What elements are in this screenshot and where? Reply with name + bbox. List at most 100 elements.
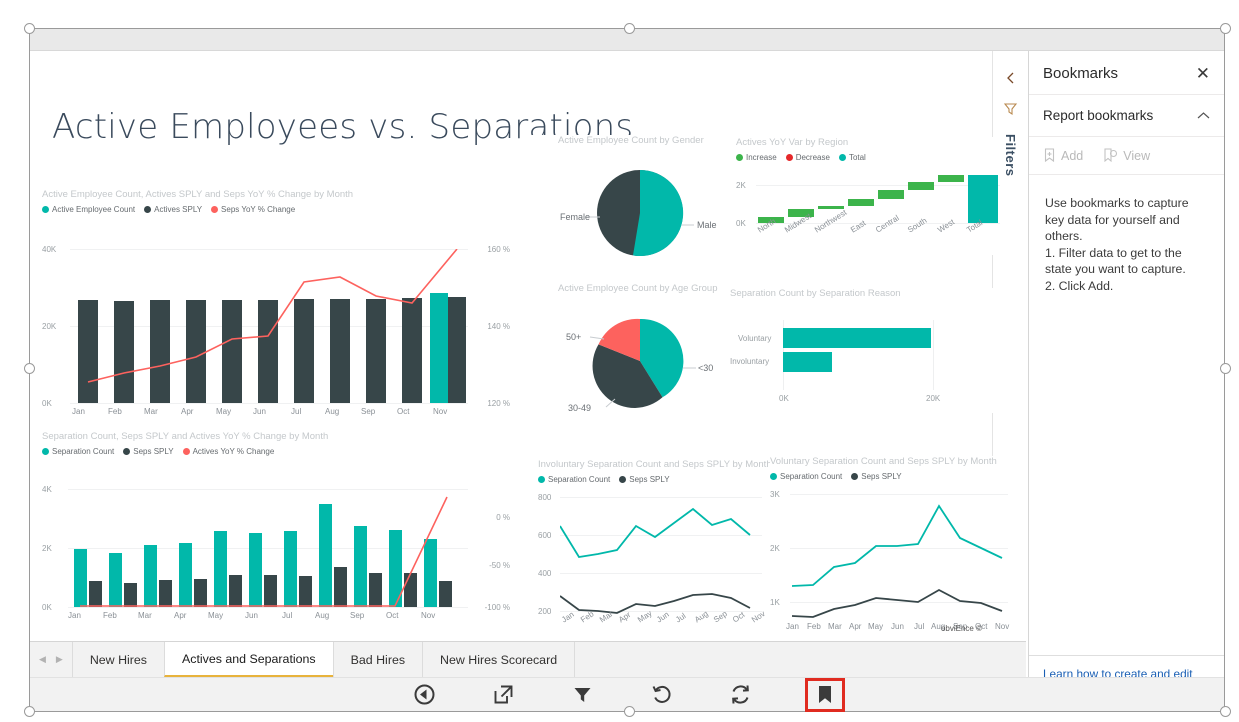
visual-actives-by-month[interactable]: Active Employee Count, Actives SPLY and … bbox=[42, 189, 510, 441]
legend-item: Separation Count bbox=[770, 472, 842, 481]
waterfall-bar-west[interactable] bbox=[938, 175, 964, 182]
legend-item: Total bbox=[839, 153, 866, 162]
chevron-right-icon[interactable]: ▶ bbox=[56, 654, 63, 665]
refresh-icon bbox=[730, 684, 751, 705]
plot-area: Voluntary Involuntary 0K 20K bbox=[730, 318, 1000, 408]
legend-swatch-icon bbox=[770, 473, 777, 480]
add-bookmark-label: Add bbox=[1061, 149, 1083, 163]
tab-actives-and-separations[interactable]: Actives and Separations bbox=[164, 642, 333, 677]
legend-swatch-icon bbox=[42, 448, 49, 455]
legend-item: Actives YoY % Change bbox=[183, 447, 275, 456]
pie-age-group[interactable]: 50+ <30 30-49 bbox=[530, 301, 735, 421]
legend-item: Decrease bbox=[786, 153, 830, 162]
refresh-button[interactable] bbox=[726, 680, 756, 710]
plot-area: 2K 0K bbox=[736, 185, 1004, 247]
reset-arrow-icon bbox=[651, 684, 672, 705]
visual-title: Active Employee Count, Actives SPLY and … bbox=[42, 189, 510, 200]
resize-handle-top-center[interactable] bbox=[624, 23, 635, 34]
bookmarks-pane[interactable]: Bookmarks ✕ Report bookmarks bbox=[1028, 51, 1224, 711]
visual-separations-by-month[interactable]: Separation Count, Seps SPLY and Actives … bbox=[42, 431, 510, 651]
legend-swatch-icon bbox=[851, 473, 858, 480]
report-shell: Active Employees vs. Separations Active … bbox=[30, 29, 1224, 711]
legend: Separation Count Seps SPLY bbox=[538, 475, 770, 484]
visual-separation-by-reason[interactable]: Separation Count by Separation Reason Vo… bbox=[730, 288, 1000, 413]
resize-handle-top-left[interactable] bbox=[24, 23, 35, 34]
watermark: obviEnce © bbox=[941, 624, 982, 633]
legend: Separation Count Seps SPLY Actives YoY %… bbox=[42, 447, 510, 456]
filters-label: Filters bbox=[1003, 134, 1018, 177]
chevron-left-icon[interactable]: ◀ bbox=[39, 654, 46, 665]
svg-text:50+: 50+ bbox=[566, 332, 581, 342]
bookmark-icon bbox=[816, 684, 834, 705]
legend-item: Seps SPLY bbox=[619, 475, 669, 484]
resize-handle-middle-left[interactable] bbox=[24, 363, 35, 374]
resize-handle-top-right[interactable] bbox=[1220, 23, 1231, 34]
chevron-up-icon[interactable] bbox=[1197, 111, 1210, 120]
pie-gender[interactable]: Female Male bbox=[530, 155, 730, 273]
view-bookmark-button[interactable]: View bbox=[1103, 148, 1150, 163]
legend-swatch-icon bbox=[183, 448, 190, 455]
legend-swatch-icon bbox=[619, 476, 626, 483]
bars-and-line bbox=[70, 249, 468, 403]
close-icon[interactable]: ✕ bbox=[1196, 65, 1210, 82]
bookmarks-header: Bookmarks ✕ bbox=[1029, 51, 1224, 95]
svg-text:30-49: 30-49 bbox=[568, 403, 591, 413]
legend-item: Increase bbox=[736, 153, 777, 162]
legend-swatch-icon bbox=[786, 154, 793, 161]
visual-title: Separation Count by Separation Reason bbox=[730, 288, 1000, 299]
filter-button[interactable] bbox=[568, 680, 598, 710]
svg-text:Male: Male bbox=[697, 220, 717, 230]
plot-area: 800 600 400 200 bbox=[538, 497, 770, 649]
plot-area: 40K 20K 0K 160 % 140 % 120 % bbox=[42, 249, 510, 429]
legend-item: Actives SPLY bbox=[144, 205, 202, 214]
visual-actives-by-age-group[interactable]: Active Employee Count by Age Group 50+ <… bbox=[530, 283, 735, 423]
x-axis-labels: North Midwest Northwest East Central Sou… bbox=[756, 227, 1000, 255]
add-bookmark-button[interactable]: Add bbox=[1043, 148, 1083, 163]
report-canvas[interactable]: Active Employees vs. Separations Active … bbox=[30, 51, 992, 711]
legend-item: Separation Count bbox=[42, 447, 114, 456]
resize-handle-bottom-right[interactable] bbox=[1220, 706, 1231, 717]
back-button[interactable] bbox=[410, 680, 440, 710]
legend-item: Seps SPLY bbox=[851, 472, 901, 481]
legend-item: Seps SPLY bbox=[123, 447, 173, 456]
bookmarks-title: Bookmarks bbox=[1043, 65, 1118, 82]
visual-involuntary-separations[interactable]: Involuntary Separation Count and Seps SP… bbox=[538, 459, 770, 649]
visual-actives-yoy-var-by-region[interactable]: Actives YoY Var by Region Increase Decre… bbox=[736, 137, 1004, 255]
waterfall-bar-central[interactable] bbox=[878, 190, 904, 199]
page-tab-bar[interactable]: ◀ ▶ New Hires Actives and Separations Ba… bbox=[30, 641, 1026, 677]
legend-item: Active Employee Count bbox=[42, 205, 135, 214]
waterfall-bars bbox=[756, 185, 1000, 223]
bar-voluntary[interactable] bbox=[783, 328, 931, 348]
waterfall-bar-total[interactable] bbox=[968, 175, 998, 223]
waterfall-bar-south[interactable] bbox=[908, 182, 934, 190]
legend-item: Seps YoY % Change bbox=[211, 205, 295, 214]
legend-swatch-icon bbox=[839, 154, 846, 161]
visual-actives-by-gender[interactable]: Active Employee Count by Gender Female M… bbox=[530, 135, 730, 275]
resize-handle-bottom-left[interactable] bbox=[24, 706, 35, 717]
open-external-button[interactable] bbox=[489, 680, 519, 710]
visual-title: Separation Count, Seps SPLY and Actives … bbox=[42, 431, 510, 442]
plot-area: 4K 2K 0K 0 % -50 % -100 % bbox=[42, 489, 510, 639]
view-bookmark-icon bbox=[1103, 148, 1118, 163]
reset-button[interactable] bbox=[647, 680, 677, 710]
resize-handle-middle-right[interactable] bbox=[1220, 363, 1231, 374]
visual-title: Active Employee Count by Gender bbox=[530, 135, 730, 146]
legend: Active Employee Count Actives SPLY Seps … bbox=[42, 205, 510, 214]
resize-handle-bottom-center[interactable] bbox=[624, 706, 635, 717]
tab-new-hires[interactable]: New Hires bbox=[72, 642, 164, 677]
legend-swatch-icon bbox=[123, 448, 130, 455]
line-seps-yoy-change bbox=[70, 249, 466, 403]
bookmarks-button[interactable] bbox=[805, 678, 845, 712]
lines-voluntary bbox=[790, 494, 1008, 619]
funnel-icon[interactable] bbox=[1003, 101, 1018, 116]
legend-swatch-icon bbox=[538, 476, 545, 483]
report-bookmarks-section[interactable]: Report bookmarks bbox=[1029, 95, 1224, 137]
waterfall-bar-east[interactable] bbox=[848, 199, 874, 206]
plot-area: 3K 2K 1K Jan bbox=[770, 494, 1016, 644]
tab-nav-arrows: ◀ ▶ bbox=[30, 642, 72, 677]
tab-new-hires-scorecard[interactable]: New Hires Scorecard bbox=[422, 642, 574, 677]
bar-involuntary[interactable] bbox=[783, 352, 832, 372]
tab-bad-hires[interactable]: Bad Hires bbox=[333, 642, 422, 677]
chevron-left-icon[interactable] bbox=[1005, 71, 1017, 85]
legend-swatch-icon bbox=[42, 206, 49, 213]
